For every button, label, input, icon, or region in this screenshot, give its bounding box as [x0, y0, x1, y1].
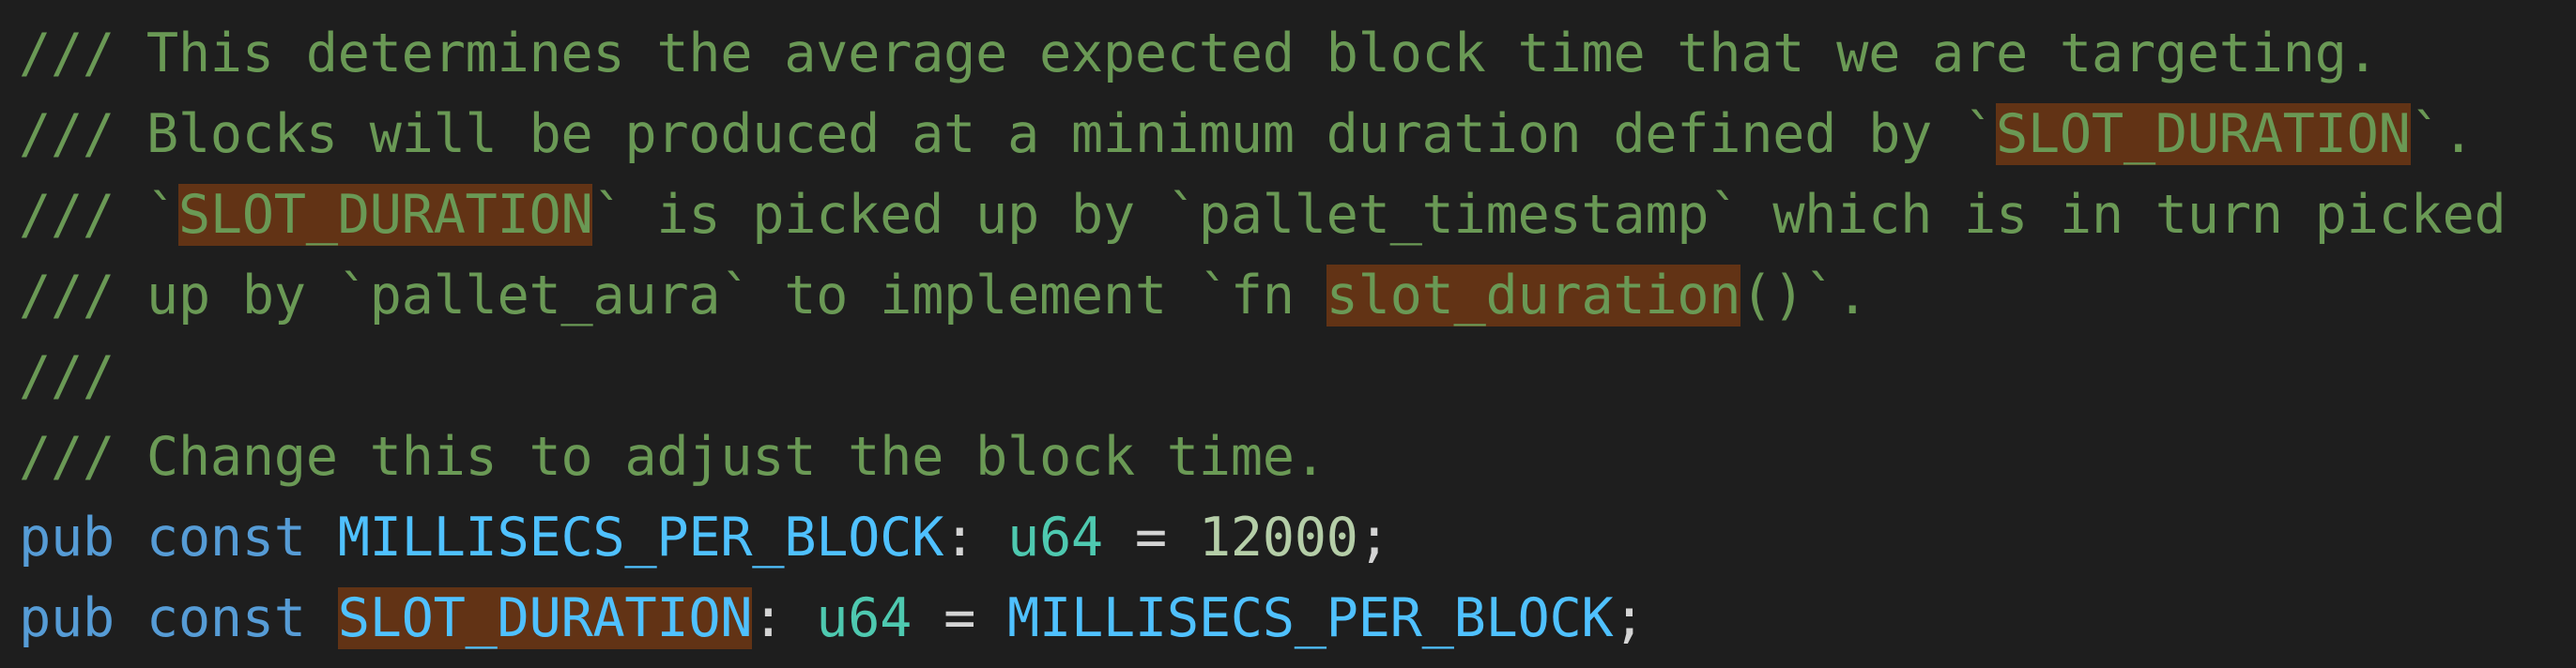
constant-token: MILLISECS_PER_BLOCK: [337, 507, 944, 569]
punctuation-token: =: [912, 587, 1008, 649]
punctuation-token: [115, 587, 146, 649]
punctuation-token: :: [752, 587, 817, 649]
code-line-2: /// Blocks will be produced at a minimum…: [19, 94, 2475, 175]
comment-token: ()`.: [1740, 265, 1869, 326]
comment-token: `.: [2410, 103, 2475, 165]
code-line-1: /// This determines the average expected…: [19, 13, 2379, 94]
code-line-3: /// `SLOT_DURATION` is picked up by `pal…: [19, 175, 2507, 255]
keyword-token: const: [146, 507, 306, 569]
comment-token: /// Change this to adjust the block time…: [19, 426, 1326, 488]
code-line-6: /// Change this to adjust the block time…: [19, 417, 1326, 497]
keyword-token: pub: [19, 587, 115, 649]
punctuation-token: [115, 507, 146, 569]
punctuation-token: ;: [1357, 507, 1390, 569]
code-line-5: ///: [19, 336, 115, 417]
highlighted-symbol: SLOT_DURATION: [337, 587, 753, 649]
constant-token: MILLISECS_PER_BLOCK: [1007, 587, 1614, 649]
type-token: u64: [816, 587, 912, 649]
keyword-token: const: [146, 587, 306, 649]
keyword-token: pub: [19, 507, 115, 569]
highlighted-symbol: SLOT_DURATION: [1995, 103, 2411, 165]
comment-token: /// `: [19, 184, 178, 246]
punctuation-token: :: [943, 507, 1007, 569]
number-token: 12000: [1198, 507, 1358, 569]
comment-token: ///: [19, 345, 115, 407]
punctuation-token: =: [1102, 507, 1199, 569]
comment-token: /// Blocks will be produced at a minimum…: [19, 103, 1996, 165]
type-token: u64: [1007, 507, 1103, 569]
comment-token: ` is picked up by `pallet_timestamp` whi…: [592, 184, 2507, 246]
highlighted-symbol: SLOT_DURATION: [177, 184, 593, 246]
code-line-7: pub const MILLISECS_PER_BLOCK: u64 = 120…: [19, 497, 1390, 578]
punctuation-token: [306, 587, 338, 649]
highlighted-symbol: slot_duration: [1326, 265, 1741, 326]
comment-token: /// This determines the average expected…: [19, 23, 2379, 84]
comment-token: /// up by `pallet_aura` to implement `fn: [19, 265, 1326, 326]
code-line-4: /// up by `pallet_aura` to implement `fn…: [19, 255, 1868, 336]
punctuation-token: [306, 507, 338, 569]
punctuation-token: ;: [1613, 587, 1646, 649]
code-editor[interactable]: /// This determines the average expected…: [19, 0, 2576, 668]
code-line-8: pub const SLOT_DURATION: u64 = MILLISECS…: [19, 578, 1646, 659]
